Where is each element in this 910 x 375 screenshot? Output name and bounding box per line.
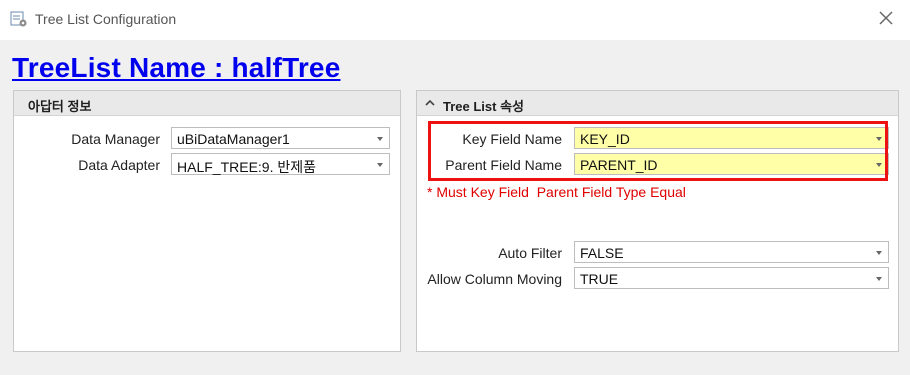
auto-filter-label: Auto Filter [498,245,562,261]
window-titlebar: Tree List Configuration [0,0,910,40]
adapter-panel: 아답터 정보 Data Manager uBiDataManager1 Data… [13,90,401,352]
auto-filter-select[interactable]: FALSE [574,241,889,263]
close-icon[interactable] [876,8,896,28]
allow-column-moving-label: Allow Column Moving [427,271,562,287]
dropdown-arrow-icon [876,251,882,255]
data-manager-value: uBiDataManager1 [177,131,290,147]
required-fields-highlight [428,121,888,181]
treelist-panel-title: Tree List 속성 [443,99,524,114]
dropdown-arrow-icon [377,163,383,167]
adapter-panel-title: 아답터 정보 [28,99,92,114]
page-title: TreeList Name : halfTree [12,52,341,83]
window-title: Tree List Configuration [35,11,177,27]
treelist-panel-header[interactable]: Tree List 속성 [417,91,898,116]
data-manager-label: Data Manager [71,131,160,147]
dropdown-arrow-icon [377,137,383,141]
key-parent-note: * Must Key Field Parent Field Type Equal [427,184,686,200]
data-adapter-select[interactable]: HALF_TREE:9. 반제품 [171,153,390,175]
auto-filter-value: FALSE [580,245,624,261]
data-adapter-value: HALF_TREE:9. 반제품 [177,159,317,175]
allow-column-moving-value: TRUE [580,271,619,287]
chevron-up-icon[interactable] [425,99,435,107]
dropdown-arrow-icon [876,277,882,281]
app-settings-icon [10,11,27,27]
allow-column-moving-select[interactable]: TRUE [574,267,889,289]
data-manager-select[interactable]: uBiDataManager1 [171,127,390,149]
data-adapter-label: Data Adapter [78,157,160,173]
adapter-panel-header: 아답터 정보 [14,91,400,116]
